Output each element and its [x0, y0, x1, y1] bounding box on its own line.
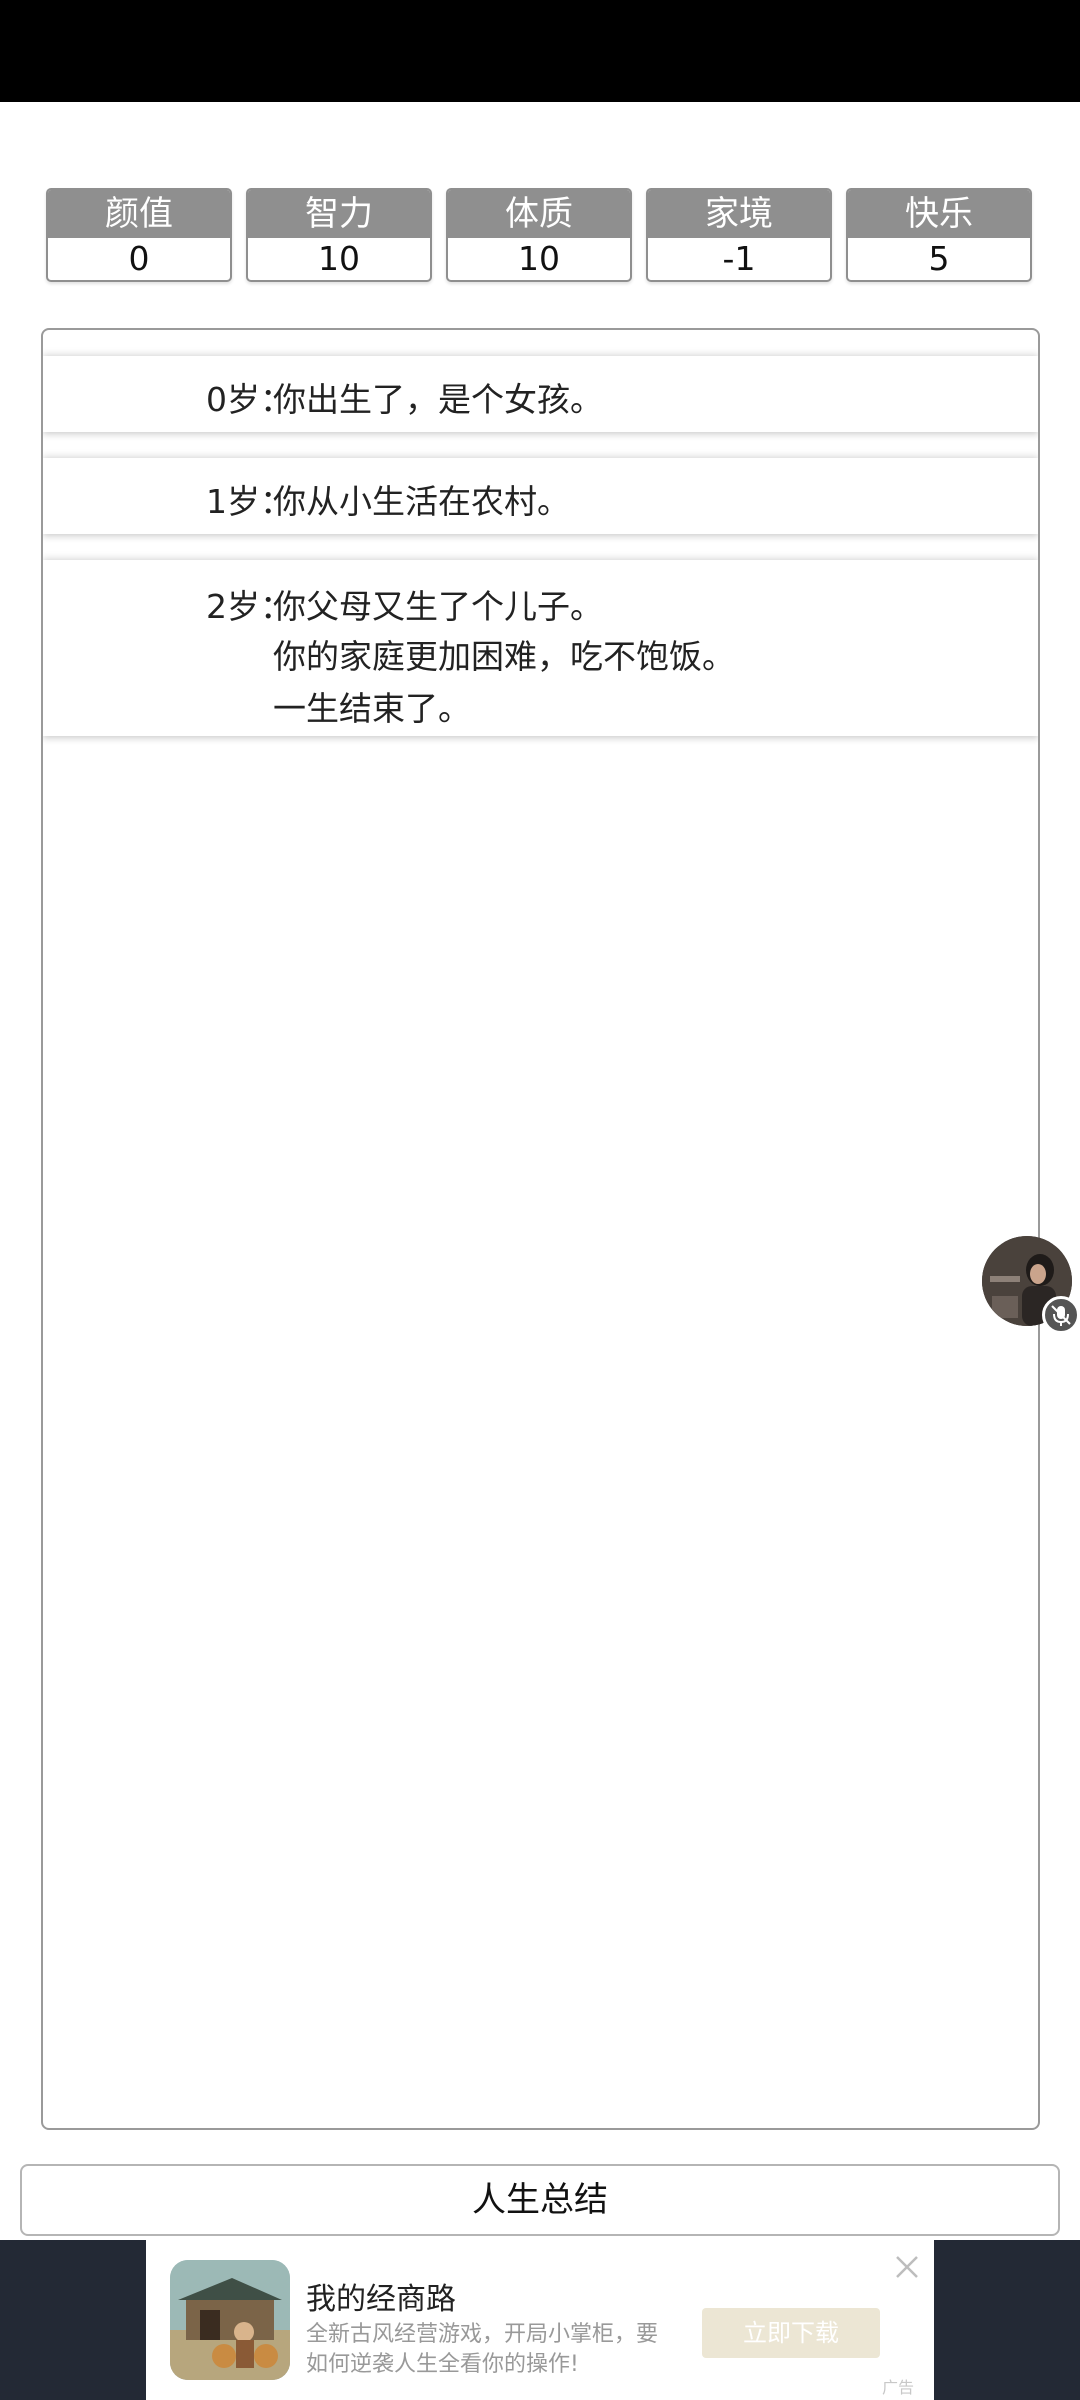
stat-label: 家境: [648, 190, 830, 238]
app-icon[interactable]: [170, 2260, 290, 2380]
stat-card-constitution: 体质 10: [446, 188, 632, 282]
app-icon-art: [170, 2260, 290, 2380]
stat-value: 5: [928, 239, 950, 278]
stat-value: 10: [318, 239, 360, 278]
mute-icon-glyph: [1051, 1305, 1071, 1326]
life-log-panel[interactable]: 0岁： 你出生了，是个女孩。 1岁： 你从小生活在农村。 2岁： 你父母又生了个…: [41, 328, 1040, 2130]
download-button[interactable]: 立即下载: [702, 2308, 880, 2358]
mute-icon[interactable]: [1042, 1296, 1080, 1334]
life-summary-button[interactable]: 人生总结: [20, 2164, 1060, 2236]
close-icon-glyph: [896, 2256, 918, 2278]
log-entry: 1岁： 你从小生活在农村。: [43, 458, 1038, 534]
log-text: 你从小生活在农村。: [273, 482, 570, 521]
stats-row: 颜值 0 智力 10 体质 10 家境 -1 快乐 5: [46, 188, 1036, 283]
ad-description-line: 如何逆袭人生全看你的操作!: [306, 2352, 579, 2377]
log-text: 你的家庭更加困难，吃不饱饭。: [273, 637, 735, 676]
log-text: 你出生了，是个女孩。: [273, 380, 603, 419]
ad-banner[interactable]: 我的经商路 全新古风经营游戏，开局小掌柜，要 如何逆袭人生全看你的操作! 立即下…: [146, 2240, 934, 2400]
stat-card-happiness: 快乐 5: [846, 188, 1032, 282]
stat-value: 10: [518, 239, 560, 278]
stat-value: 0: [128, 239, 150, 278]
stat-label: 体质: [448, 190, 630, 238]
status-bar: [0, 0, 1080, 102]
stat-value: -1: [722, 239, 756, 278]
ad-description: 全新古风经营游戏，开局小掌柜，要 如何逆袭人生全看你的操作!: [306, 2320, 686, 2380]
close-icon[interactable]: [892, 2252, 922, 2282]
stat-card-family: 家境 -1: [646, 188, 832, 282]
stat-label: 快乐: [848, 190, 1030, 238]
stat-label: 颜值: [48, 190, 230, 238]
stat-card-intelligence: 智力 10: [246, 188, 432, 282]
ad-tag: 广告: [882, 2378, 915, 2397]
log-text: 一生结束了。: [273, 689, 471, 728]
log-entry: 2岁： 你父母又生了个儿子。 你的家庭更加困难，吃不饱饭。 一生结束了。: [43, 560, 1038, 736]
log-text: 你父母又生了个儿子。: [273, 587, 603, 626]
log-entry: 0岁： 你出生了，是个女孩。: [43, 356, 1038, 432]
stat-label: 智力: [248, 190, 430, 238]
stat-card-appearance: 颜值 0: [46, 188, 232, 282]
ad-description-line: 全新古风经营游戏，开局小掌柜，要: [306, 2322, 659, 2347]
ad-title: 我的经商路: [306, 2282, 456, 2317]
